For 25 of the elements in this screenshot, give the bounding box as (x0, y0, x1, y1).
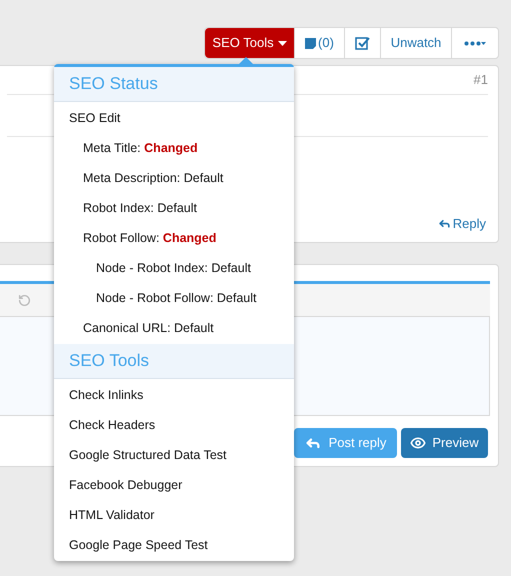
menu-item[interactable]: Robot Index: Default (54, 193, 294, 223)
menu-item[interactable]: HTML Validator (54, 500, 294, 530)
menu-item[interactable]: Node - Robot Index: Default (54, 253, 294, 283)
checkbox-icon (355, 36, 370, 50)
menu-item[interactable]: SEO Edit (54, 103, 294, 133)
menu-item[interactable]: Facebook Debugger (54, 470, 294, 500)
menu-item[interactable]: Google Structured Data Test (54, 440, 294, 470)
post-number: #1 (474, 71, 488, 90)
menu-item[interactable]: Google Page Speed Test (54, 530, 294, 560)
seo-tools-button[interactable]: SEO Tools (205, 28, 294, 58)
menu-item[interactable]: Canonical URL: Default (54, 313, 294, 343)
eye-icon (410, 435, 426, 451)
note-icon (305, 38, 316, 48)
section-header: SEO Tools (54, 344, 294, 379)
menu-item[interactable]: Node - Robot Follow: Default (54, 283, 294, 313)
menu-item[interactable]: Meta Title: Changed (54, 133, 294, 163)
menu-item[interactable]: Robot Follow: Changed (54, 223, 294, 253)
menu-item[interactable]: Check Headers (54, 410, 294, 440)
menu-item[interactable]: Check Inlinks (54, 380, 294, 410)
more-icon (464, 40, 486, 46)
menu-item[interactable]: Meta Description: Default (54, 163, 294, 193)
preview-button[interactable]: Preview (401, 428, 488, 458)
section-header: SEO Status (54, 67, 294, 102)
caret-icon (278, 40, 287, 46)
reply-link[interactable]: Reply (438, 214, 486, 233)
